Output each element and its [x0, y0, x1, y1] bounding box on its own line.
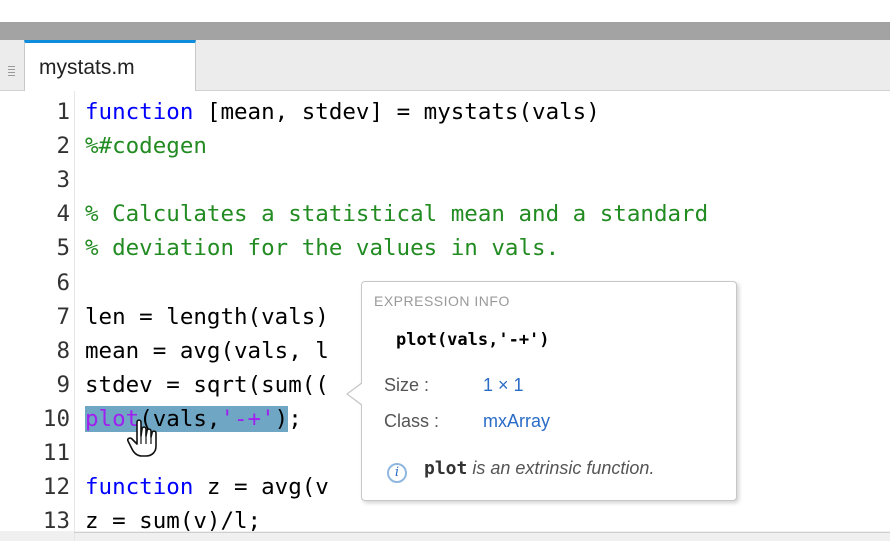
code-token: z = sum(v)/l; [85, 508, 262, 535]
code-token: ; [288, 405, 302, 432]
editor-title-strip [0, 22, 890, 40]
code-line[interactable]: 2 %#codegen [0, 129, 890, 163]
line-number: 9 [56, 371, 70, 398]
line-number: 2 [56, 133, 70, 160]
code-line[interactable]: 5 % deviation for the values in vals. [0, 231, 890, 265]
class-value[interactable]: mxArray [483, 411, 550, 432]
code-text[interactable]: function z = avg(v [85, 470, 329, 504]
code-token: % deviation for the values in vals. [85, 235, 560, 262]
code-token: ) [274, 405, 289, 432]
line-number: 1 [56, 99, 70, 125]
line-number: 12 [42, 474, 70, 501]
tooltip-title: EXPRESSION INFO [374, 293, 510, 309]
code-text[interactable]: len = length(vals) [85, 300, 329, 334]
code-line[interactable]: 3 [0, 163, 890, 197]
tooltip-info: plot is an extrinsic function. [424, 458, 654, 479]
code-line[interactable]: 13 z = sum(v)/l; [0, 504, 890, 538]
code-token: function [85, 99, 194, 125]
size-value: 1 × 1 [483, 375, 524, 395]
size-label: Size : [384, 375, 430, 395]
line-number: 5 [56, 235, 70, 262]
line-number: 7 [56, 303, 70, 330]
window-top-area [0, 0, 890, 22]
code-token: z = avg(v [193, 474, 329, 501]
expression-info-tooltip: EXPRESSION INFO plot(vals,'-+') Size : 1… [346, 281, 737, 501]
line-number: 10 [42, 405, 70, 432]
code-token: function [85, 474, 194, 501]
code-text[interactable]: function [mean, stdev] = mystats(vals) [85, 95, 600, 129]
tooltip-expression: plot(vals,'-+') [396, 330, 550, 350]
code-text[interactable]: % deviation for the values in vals. [85, 231, 559, 265]
line-number: 6 [56, 269, 70, 296]
code-token: len = length(vals) [85, 303, 329, 330]
code-text[interactable]: plot(vals,'-+'); [85, 402, 302, 436]
line-number: 11 [42, 440, 70, 466]
code-text[interactable]: %#codegen [85, 129, 207, 163]
code-token: % Calculates a statistical mean and a st… [85, 201, 709, 228]
info-icon: i [387, 463, 407, 483]
code-line[interactable]: 4 % Calculates a statistical mean and a s… [0, 197, 890, 231]
line-number: 3 [56, 167, 70, 194]
code-text[interactable]: % Calculates a statistical mean and a st… [85, 197, 708, 231]
code-line[interactable]: 1 function [mean, stdev] = mystats(vals) [0, 95, 890, 129]
line-number: 13 [42, 508, 70, 535]
code-token: stdev = sqrt(sum(( [85, 371, 329, 398]
line-number: 8 [56, 337, 70, 364]
tooltip-info-text: is an extrinsic function. [467, 458, 655, 478]
tab-label: mystats.m [39, 56, 135, 79]
tooltip-pointer-fill [348, 383, 363, 405]
tab-mystats[interactable]: mystats.m [24, 40, 196, 91]
tooltip-info-code: plot [424, 458, 468, 479]
code-token: '-+' [220, 405, 275, 432]
line-number: 4 [56, 201, 70, 228]
drag-grip-icon[interactable] [8, 66, 15, 82]
class-label: Class : [384, 411, 440, 431]
code-token: mean = avg(vals, l [85, 337, 329, 364]
hand-cursor-icon [127, 419, 157, 457]
code-token: %#codegen [85, 133, 207, 160]
code-text[interactable]: mean = avg(vals, l [85, 334, 329, 368]
code-token: [mean, stdev] = mystats(vals) [193, 99, 600, 125]
code-text[interactable]: z = sum(v)/l; [85, 504, 261, 538]
